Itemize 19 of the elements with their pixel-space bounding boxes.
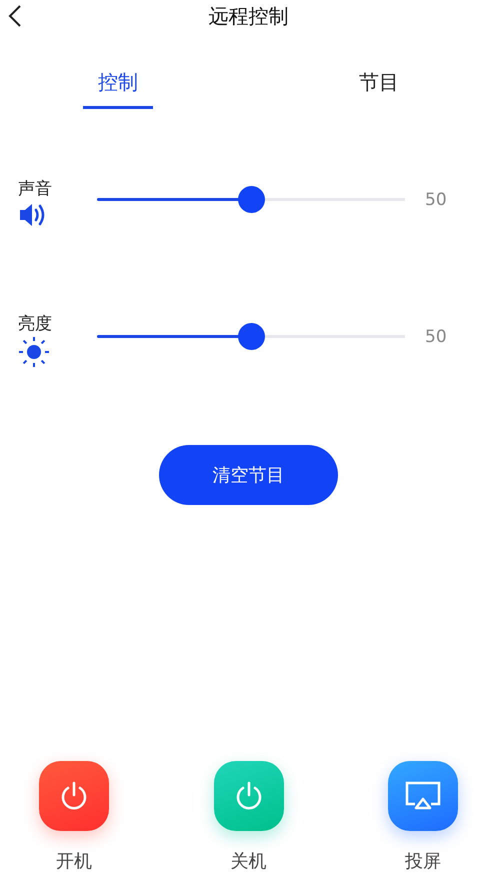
action-label: 关机 [230,850,266,873]
action-label: 投屏 [405,850,441,873]
back-button[interactable] [8,4,22,28]
sun-icon [18,337,50,367]
slider-value: 50 [425,190,447,210]
screen-cast-icon [404,780,442,812]
slider-thumb[interactable] [238,323,265,350]
slider-value: 50 [425,326,447,346]
slider-label: 亮度 [18,313,52,335]
slider-thumb[interactable] [238,186,265,213]
action-label: 开机 [56,850,92,873]
back-icon [8,4,22,28]
page-title: 远程控制 [208,2,288,30]
tab[interactable]: 节目 [344,66,414,109]
clear-button[interactable]: 清空节目 [159,445,338,505]
cast-button[interactable] [388,761,458,831]
slider-label: 声音 [18,178,52,200]
tab[interactable]: 控制 [83,66,153,109]
power-button[interactable] [39,761,109,831]
